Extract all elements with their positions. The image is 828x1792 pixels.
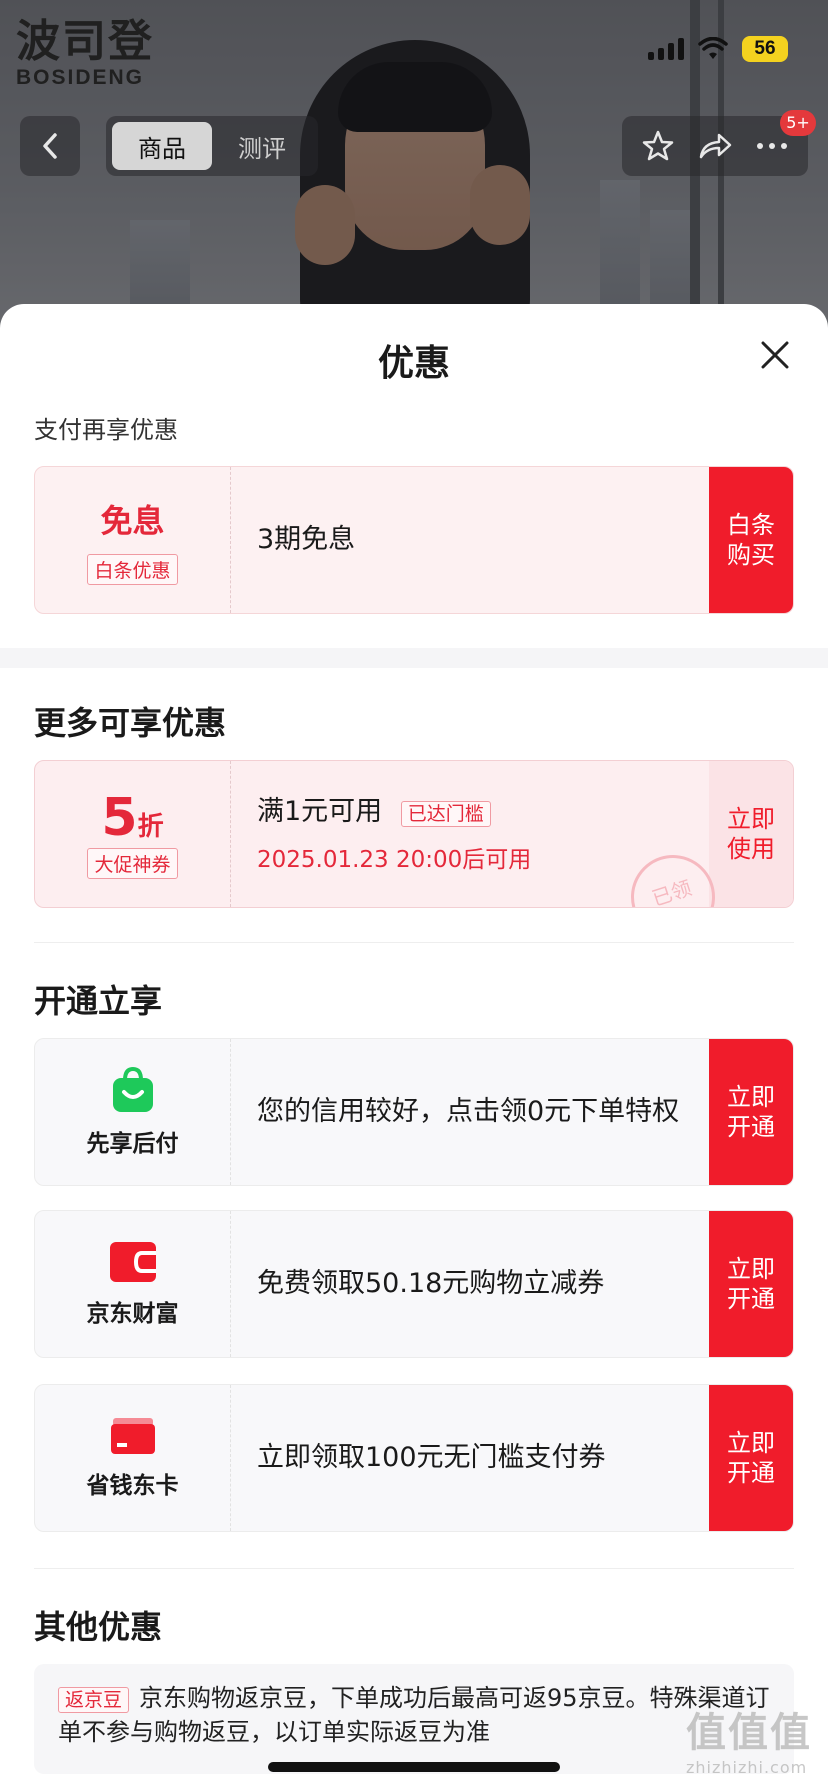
offer-text: 免费领取50.18元购物立减券 [257,1268,605,1299]
card-mid: 免费领取50.18元购物立减券 [231,1211,709,1357]
share-icon[interactable] [697,131,733,161]
more-section-title: 更多可享优惠 [34,704,227,742]
open-card-dongka[interactable]: 省钱东卡 立即领取100元无门槛支付券 立即开通 [34,1384,794,1532]
card-mid: 满1元可用 已达门槛 2025.01.23 20:00后可用 已领 [231,761,726,907]
card-left: 先享后付 [35,1039,231,1185]
tab-goods[interactable]: 商品 [112,122,212,170]
watermark-text: 值值值 [686,1710,812,1756]
card-icon [110,1418,155,1454]
discount-unit: 折 [137,811,164,842]
site-watermark: 值值值 zhizhizhi.com [686,1700,812,1777]
cellular-signal-icon [648,38,684,60]
product-name: 省钱东卡 [86,1473,179,1499]
open-now-button[interactable]: 立即开通 [709,1385,793,1531]
discount-sheet: 优惠 支付再享优惠 免息 白条优惠 3期免息 白条购买 更多可享优惠 5折 大促… [0,304,828,1792]
offer-text: 立即领取100元无门槛支付券 [257,1442,606,1473]
interest-free-title: 免息 [100,501,165,540]
status-bar: 56 [648,36,788,62]
open-now-button[interactable]: 立即开通 [709,1211,793,1357]
product-hero-image: 波司登 BOSIDENG 56 商品 测评 5+ [0,0,828,330]
offer-text: 您的信用较好，点击领0元下单特权 [257,1096,680,1127]
sheet-title: 优惠 [377,343,450,384]
card-left: 免息 白条优惠 [35,467,231,613]
brand-logo: 波司登 BOSIDENG [16,18,154,90]
coupon-threshold: 满1元可用 [257,796,383,827]
shopping-bag-icon [112,1066,153,1112]
wallet-icon [109,1242,156,1282]
section-gap [0,648,828,668]
watermark-url: zhizhizhi.com [686,1758,808,1777]
coupon-card[interactable]: 5折 大促神券 满1元可用 已达门槛 2025.01.23 20:00后可用 已… [34,760,794,908]
top-navbar: 商品 测评 5+ [20,110,816,176]
open-section-title: 开通立享 [34,982,163,1020]
open-card-xianxiang[interactable]: 先享后付 您的信用较好，点击领0元下单特权 立即开通 [34,1038,794,1186]
card-left: 省钱东卡 [35,1385,231,1531]
tab-switcher: 商品 测评 [106,116,318,176]
chevron-left-icon [43,133,57,159]
coupon-valid-time: 2025.01.23 20:00后可用 [257,847,532,873]
threshold-reached-tag: 已达门槛 [400,801,491,827]
card-mid: 立即领取100元无门槛支付券 [231,1385,709,1531]
divider [34,942,794,943]
brand-name-en: BOSIDENG [16,66,145,89]
jd-beans-offer: 返京豆 京东购物返京豆，下单成功后最高可返95京豆。特殊渠道订单不参与购物返豆，以… [34,1664,794,1774]
back-button[interactable] [20,116,80,176]
battery-indicator: 56 [742,36,788,62]
brand-name-cn: 波司登 [16,16,154,67]
interest-free-text: 3期免息 [257,524,356,555]
message-count-badge: 5+ [780,110,816,136]
card-left: 京东财富 [35,1211,231,1357]
tab-reviews[interactable]: 测评 [212,122,312,170]
card-mid: 您的信用较好，点击领0元下单特权 [231,1039,709,1185]
wifi-icon [698,37,728,59]
coupon-tag: 大促神券 [87,847,178,879]
coupon-condition: 满1元可用 已达门槛 [257,794,683,832]
baitiao-tag: 白条优惠 [87,553,178,585]
card-mid: 3期免息 [231,467,709,613]
jd-beans-text: 京东购物返京豆，下单成功后最高可返95京豆。特殊渠道订单不参与购物返豆，以订单实… [58,1684,770,1746]
star-icon[interactable] [641,129,675,163]
discount-number: 5 [101,787,138,848]
open-now-button[interactable]: 立即开通 [709,1039,793,1185]
jd-beans-tag: 返京豆 [58,1687,130,1713]
nav-actions: 5+ [622,110,816,176]
card-left: 5折 大促神券 [35,761,231,907]
product-name: 京东财富 [86,1301,179,1327]
open-card-jdfortune[interactable]: 京东财富 免费领取50.18元购物立减券 立即开通 [34,1210,794,1358]
product-name: 先享后付 [86,1131,179,1157]
more-icon[interactable] [755,141,789,151]
close-icon[interactable] [758,338,792,372]
divider [34,1568,794,1569]
pay-section-label: 支付再享优惠 [34,416,178,444]
home-indicator[interactable] [268,1762,560,1772]
baitiao-buy-button[interactable]: 白条购买 [709,467,793,613]
interest-free-card[interactable]: 免息 白条优惠 3期免息 白条购买 [34,466,794,614]
use-now-button[interactable]: 立即使用 [709,761,793,907]
other-section-title: 其他优惠 [34,1608,163,1646]
